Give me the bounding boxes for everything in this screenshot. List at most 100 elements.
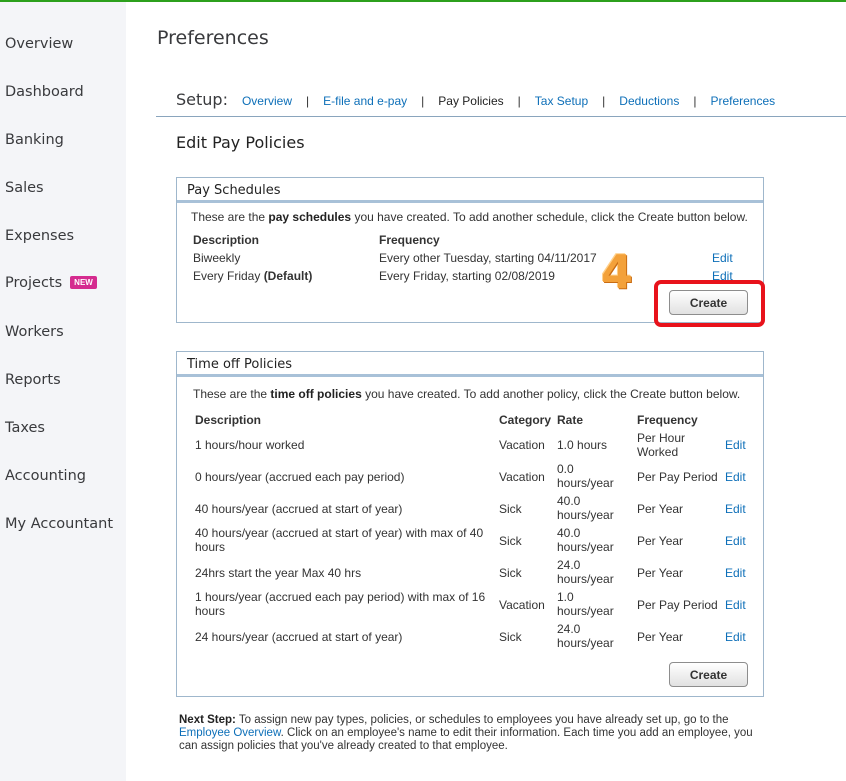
edit-link[interactable]: Edit — [725, 566, 746, 580]
edit-link[interactable]: Edit — [725, 534, 746, 548]
setup-link-tax-setup[interactable]: Tax Setup — [535, 94, 588, 108]
policy-description: 40 hours/year (accrued at start of year)… — [195, 526, 484, 554]
policy-category: Sick — [499, 630, 522, 644]
nav-item-expenses[interactable]: Expenses — [5, 228, 74, 244]
schedule-frequency: Every Friday, starting 02/08/2019 — [379, 269, 555, 283]
edit-link[interactable]: Edit — [725, 598, 746, 612]
policy-rate: 40.0 hours/year — [557, 494, 614, 522]
next-step-text: To assign new pay types, policies, or sc… — [235, 714, 729, 726]
setup-link-preferences[interactable]: Preferences — [710, 94, 775, 108]
nav-item-label: Overview — [5, 36, 74, 52]
policy-description: 24hrs start the year Max 40 hrs — [195, 566, 362, 580]
column-header-category: Category — [499, 413, 552, 427]
section-title: Edit Pay Policies — [176, 133, 305, 152]
edit-link[interactable]: Edit — [725, 502, 746, 516]
schedule-frequency: Every other Tuesday, starting 04/11/2017 — [379, 251, 597, 265]
policy-description: 1 hours/year (accrued each pay period) w… — [195, 590, 486, 618]
column-header-description: Description — [193, 233, 260, 247]
policy-category: Vacation — [499, 598, 545, 612]
policy-category: Vacation — [499, 438, 545, 452]
new-badge: NEW — [70, 276, 97, 289]
nav-item-label: Workers — [5, 324, 64, 340]
step-number-annotation: 4 — [601, 245, 634, 299]
edit-link[interactable]: Edit — [725, 470, 746, 484]
setup-nav: Setup: Overview | E-file and e-pay | Pay… — [176, 90, 775, 112]
edit-link[interactable]: Edit — [712, 251, 733, 265]
setup-label: Setup: — [176, 90, 228, 109]
nav-item-my-accountant[interactable]: My Accountant — [5, 516, 113, 532]
nav-item-label: Sales — [5, 180, 44, 196]
nav-item-label: My Accountant — [5, 516, 114, 532]
setup-link-pay-policies[interactable]: Pay Policies — [438, 94, 503, 108]
separator: | — [421, 94, 425, 108]
column-header-frequency: Frequency — [379, 233, 440, 247]
nav-item-label: Banking — [5, 132, 64, 148]
next-step-label: Next Step: — [179, 714, 236, 726]
policy-description: 1 hours/hour worked — [195, 438, 305, 452]
schedule-description: Every Friday (Default) — [193, 269, 312, 283]
nav-item-banking[interactable]: Banking — [5, 132, 64, 148]
page-title: Preferences — [157, 27, 269, 49]
policy-frequency: Per Year — [637, 502, 684, 516]
default-tag: (Default) — [263, 269, 313, 283]
separator: | — [693, 94, 697, 108]
separator: | — [602, 94, 606, 108]
intro-text: you have created. To add another policy,… — [361, 387, 741, 401]
nav-item-dashboard[interactable]: Dashboard — [5, 84, 84, 100]
policy-rate: 40.0 hours/year — [557, 526, 614, 554]
edit-link[interactable]: Edit — [725, 438, 746, 452]
column-header-rate: Rate — [557, 413, 584, 427]
intro-text: These are the — [191, 210, 269, 224]
policy-description: 24 hours/year (accrued at start of year) — [195, 630, 403, 644]
nav-item-label: Expenses — [5, 228, 75, 244]
nav-item-sales[interactable]: Sales — [5, 180, 44, 196]
next-step-note: Next Step: To assign new pay types, poli… — [179, 714, 769, 753]
policy-description: 40 hours/year (accrued at start of year) — [195, 502, 403, 516]
policy-rate: 24.0 hours/year — [557, 622, 614, 650]
highlight-annotation — [654, 280, 765, 327]
nav-item-workers[interactable]: Workers — [5, 324, 64, 340]
policy-frequency: Per Pay Period — [637, 598, 718, 612]
setup-link-deductions[interactable]: Deductions — [619, 94, 679, 108]
top-accent-bar — [0, 0, 846, 2]
nav-item-label: Accounting — [5, 468, 86, 484]
policy-frequency: Per Pay Period — [637, 470, 718, 484]
panel-title: Time off Policies — [177, 352, 763, 377]
nav-item-label: Dashboard — [5, 84, 84, 100]
create-time-off-policy-button[interactable]: Create — [669, 662, 748, 687]
intro-bold: pay schedules — [268, 210, 352, 224]
edit-link[interactable]: Edit — [725, 630, 746, 644]
panel-intro: These are the pay schedules you have cre… — [191, 210, 748, 224]
policy-rate: 1.0 hours — [557, 438, 608, 452]
policy-frequency: Per Year — [637, 630, 684, 644]
nav-item-label: Taxes — [5, 420, 45, 436]
separator: | — [305, 94, 310, 108]
policy-category: Sick — [499, 566, 522, 580]
nav-item-projects[interactable]: Projects NEW — [5, 275, 97, 291]
policy-category: Sick — [499, 534, 522, 548]
panel-title: Pay Schedules — [177, 178, 763, 203]
panel-intro: These are the time off policies you have… — [193, 387, 740, 401]
intro-bold: time off policies — [270, 387, 362, 401]
nav-item-accounting[interactable]: Accounting — [5, 468, 86, 484]
setup-link-efile[interactable]: E-file and e-pay — [323, 94, 407, 108]
nav-item-taxes[interactable]: Taxes — [5, 420, 45, 436]
separator: | — [517, 94, 521, 108]
setup-divider — [156, 116, 846, 117]
nav-item-label: Projects — [5, 275, 63, 291]
intro-text: you have created. To add another schedul… — [351, 210, 748, 224]
policy-rate: 1.0 hours/year — [557, 590, 614, 618]
nav-item-overview[interactable]: Overview — [5, 36, 73, 52]
policy-frequency: Per Year — [637, 566, 684, 580]
setup-link-overview[interactable]: Overview — [242, 94, 292, 108]
nav-item-reports[interactable]: Reports — [5, 372, 61, 388]
nav-item-label: Reports — [5, 372, 61, 388]
policy-description: 0 hours/year (accrued each pay period) — [195, 470, 405, 484]
policy-rate: 24.0 hours/year — [557, 558, 614, 586]
column-header-description: Description — [195, 413, 262, 427]
employee-overview-link[interactable]: Employee Overview — [179, 727, 281, 739]
column-header-frequency: Frequency — [637, 413, 698, 427]
policy-category: Sick — [499, 502, 522, 516]
policy-frequency: Per Hour Worked — [637, 431, 686, 459]
schedule-description: Biweekly — [193, 251, 241, 265]
